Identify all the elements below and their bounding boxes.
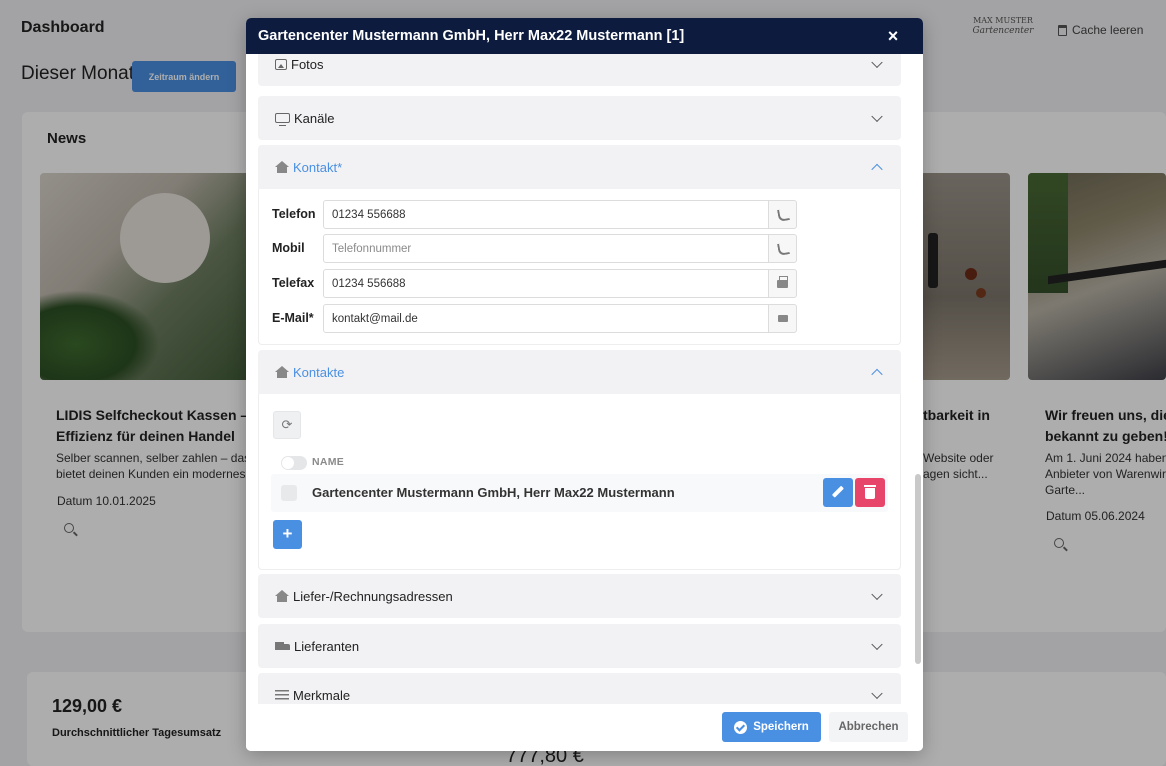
section-kanaele-label: Kanäle: [294, 110, 335, 126]
modal-footer: Speichern Abbrechen: [246, 704, 923, 751]
section-kanaele-header[interactable]: Kanäle: [258, 96, 901, 140]
email-input[interactable]: [323, 304, 769, 333]
row-checkbox[interactable]: [281, 485, 297, 501]
edit-customer-modal: Gartencenter Mustermann GmbH, Herr Max22…: [246, 18, 923, 751]
section-kontakt-body: Telefon Mobil Telefax E-Mail*: [258, 189, 901, 345]
email-row: E-Mail*: [271, 304, 797, 333]
phone-icon[interactable]: [768, 200, 797, 229]
add-contact-button[interactable]: +: [273, 520, 302, 549]
mobil-label: Mobil: [272, 241, 305, 255]
section-fotos[interactable]: Fotos: [258, 54, 901, 86]
chevron-down-icon: [871, 687, 883, 700]
column-header-name[interactable]: NAME: [312, 456, 344, 468]
section-kontakt-header[interactable]: Kontakt*: [258, 145, 901, 189]
save-button[interactable]: Speichern: [722, 712, 821, 742]
section-kontakt: Kontakt* Telefon Mobil Telefax: [258, 145, 901, 345]
section-merkmale[interactable]: Merkmale: [258, 673, 901, 704]
check-circle-icon: [734, 720, 748, 734]
select-all-toggle[interactable]: [281, 456, 307, 470]
modal-header: Gartencenter Mustermann GmbH, Herr Max22…: [246, 18, 923, 54]
email-label: E-Mail*: [272, 311, 314, 325]
mobil-row: Mobil: [271, 234, 797, 263]
contact-name: Gartencenter Mustermann GmbH, Herr Max22…: [312, 485, 675, 500]
envelope-icon[interactable]: [768, 304, 797, 333]
close-icon[interactable]: ×: [883, 26, 903, 46]
section-fotos-label: Fotos: [291, 56, 324, 72]
modal-body: Fotos Kanäle Kontakt* Telefon 01234 5566…: [246, 54, 923, 704]
scrollbar[interactable]: [915, 474, 921, 664]
section-merkmale-label: Merkmale: [293, 687, 351, 703]
chevron-down-icon: [871, 588, 883, 601]
trash-icon[interactable]: [855, 478, 885, 507]
table-row[interactable]: Gartencenter Mustermann GmbH, Herr Max22…: [271, 474, 888, 512]
section-adressen[interactable]: Liefer-/Rechnungsadressen: [258, 574, 901, 618]
telefax-label: Telefax: [272, 276, 315, 290]
chevron-up-icon: [871, 163, 883, 176]
telefon-row: Telefon: [271, 200, 797, 229]
section-lieferanten-label: Lieferanten: [294, 638, 360, 654]
telefax-input[interactable]: [323, 269, 769, 298]
section-fotos-header[interactable]: Fotos: [258, 54, 901, 86]
telefon-input[interactable]: [323, 200, 769, 229]
chevron-down-icon: [871, 56, 883, 69]
telefax-row: Telefax: [271, 269, 797, 298]
modal-title: Gartencenter Mustermann GmbH, Herr Max22…: [258, 28, 685, 44]
edit-icon[interactable]: [823, 478, 853, 507]
section-kontakt-label: Kontakt*: [293, 159, 343, 175]
chevron-up-icon: [871, 368, 883, 381]
telefon-label: Telefon: [272, 207, 316, 221]
section-kanaele[interactable]: Kanäle: [258, 96, 901, 140]
refresh-icon[interactable]: ⟳: [273, 411, 301, 439]
truck-icon: [275, 641, 290, 651]
section-merkmale-header[interactable]: Merkmale: [258, 673, 901, 704]
fax-icon[interactable]: [768, 269, 797, 298]
sliders-icon: [275, 690, 289, 700]
section-kontakte: Kontakte ⟳ NAME Gartencenter Mustermann …: [258, 350, 901, 570]
chevron-down-icon: [871, 110, 883, 123]
home-icon: [275, 161, 289, 173]
section-adressen-header[interactable]: Liefer-/Rechnungsadressen: [258, 574, 901, 618]
mobil-input[interactable]: [323, 234, 769, 263]
section-lieferanten[interactable]: Lieferanten: [258, 624, 901, 668]
chevron-down-icon: [871, 638, 883, 651]
cancel-button[interactable]: Abbrechen: [829, 712, 908, 742]
section-kontakte-label: Kontakte: [293, 364, 345, 380]
image-icon: [275, 58, 287, 70]
section-lieferanten-header[interactable]: Lieferanten: [258, 624, 901, 668]
section-kontakte-body: ⟳ NAME Gartencenter Mustermann GmbH, Her…: [258, 394, 901, 570]
section-adressen-label: Liefer-/Rechnungsadressen: [293, 588, 453, 604]
phone-icon[interactable]: [768, 234, 797, 263]
monitor-icon: [275, 113, 290, 126]
home-icon: [275, 366, 289, 378]
section-kontakte-header[interactable]: Kontakte: [258, 350, 901, 394]
home-icon: [275, 590, 289, 602]
save-label: Speichern: [753, 721, 809, 733]
